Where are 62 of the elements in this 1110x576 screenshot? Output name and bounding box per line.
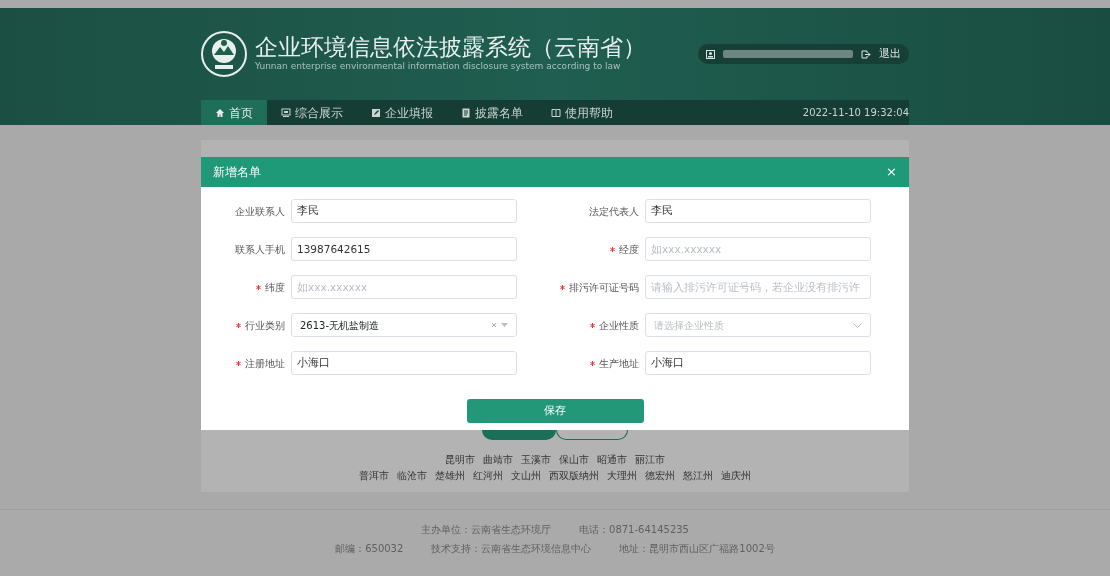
footer-text: 邮编：650032 xyxy=(335,542,404,556)
field-label: 行业类别 xyxy=(245,318,285,333)
region-link[interactable]: 西双版纳州 xyxy=(549,468,599,484)
modal-title: 新增名单 xyxy=(213,164,261,181)
nav-tab[interactable]: 使用帮助 xyxy=(537,100,627,125)
input-field[interactable]: 小海口 xyxy=(291,351,517,375)
region-link[interactable]: 丽江市 xyxy=(635,452,665,468)
field-label: 纬度 xyxy=(265,280,285,295)
region-link[interactable]: 迪庆州 xyxy=(721,468,751,484)
nav-tab[interactable]: 企业填报 xyxy=(357,100,447,125)
region-link[interactable]: 昆明市 xyxy=(445,452,475,468)
logout-link[interactable]: 退出 xyxy=(879,45,901,63)
book-icon xyxy=(551,107,561,118)
field-label: 联系人手机 xyxy=(235,242,285,257)
select-field[interactable]: 2613-无机盐制造 xyxy=(291,313,517,337)
footer-text: 主办单位：云南省生态环境厅 xyxy=(421,523,551,537)
nav-tab[interactable]: 综合展示 xyxy=(267,100,357,125)
region-link[interactable]: 普洱市 xyxy=(359,468,389,484)
chevron-down-icon xyxy=(853,322,862,328)
input-field[interactable]: 如xxx.xxxxxx xyxy=(291,275,517,299)
datetime: 2022-11-10 19:32:04 xyxy=(802,106,909,120)
region-link[interactable]: 大理州 xyxy=(607,468,637,484)
region-link[interactable]: 德宏州 xyxy=(645,468,675,484)
user-icon xyxy=(706,49,715,59)
pencil-icon xyxy=(371,107,381,118)
footer-text: 技术支持：云南省生态环境信息中心 xyxy=(431,542,592,556)
document-icon xyxy=(461,107,471,118)
field-label: 企业联系人 xyxy=(235,204,285,219)
region-link[interactable]: 红河州 xyxy=(473,468,503,484)
field-label: 企业性质 xyxy=(599,318,639,333)
input-field[interactable]: 13987642615 xyxy=(291,237,517,261)
region-link[interactable]: 玉溪市 xyxy=(521,452,551,468)
region-link[interactable]: 保山市 xyxy=(559,452,589,468)
region-link[interactable]: 昭通市 xyxy=(597,452,627,468)
close-button[interactable]: × xyxy=(886,162,897,182)
nav-tab[interactable]: 首页 xyxy=(201,100,267,125)
save-button[interactable]: 保存 xyxy=(466,399,644,423)
input-field[interactable]: 李民 xyxy=(291,199,517,223)
region-link[interactable]: 临沧市 xyxy=(397,468,427,484)
system-title: 企业环境信息依法披露系统（云南省） xyxy=(255,34,646,60)
home-icon xyxy=(215,107,225,118)
footer-text: 电话：0871-64145235 xyxy=(579,523,689,537)
clear-icon[interactable] xyxy=(491,322,497,328)
field-label: 注册地址 xyxy=(245,356,285,371)
input-field[interactable]: 如xxx.xxxxxx xyxy=(645,237,871,261)
system-subtitle: Yunnan enterprise environmental information disclosure system according to law xyxy=(255,59,622,73)
region-link[interactable]: 文山州 xyxy=(511,468,541,484)
field-label: 排污许可证号码 xyxy=(569,280,639,295)
input-field[interactable]: 小海口 xyxy=(645,351,871,375)
region-link[interactable]: 怒江州 xyxy=(683,468,713,484)
input-field[interactable]: 李民 xyxy=(645,199,871,223)
tab-pill[interactable] xyxy=(482,430,556,440)
region-link[interactable]: 曲靖市 xyxy=(483,452,513,468)
emblem-logo-icon xyxy=(201,31,247,77)
monitor-icon xyxy=(281,107,291,118)
field-label: 经度 xyxy=(619,242,639,257)
nav-tab[interactable]: 披露名单 xyxy=(447,100,537,125)
logout-icon xyxy=(861,49,871,59)
caret-icon xyxy=(501,323,508,327)
field-label: 生产地址 xyxy=(599,356,639,371)
region-link[interactable]: 楚雄州 xyxy=(435,468,465,484)
field-label: 法定代表人 xyxy=(589,204,639,219)
